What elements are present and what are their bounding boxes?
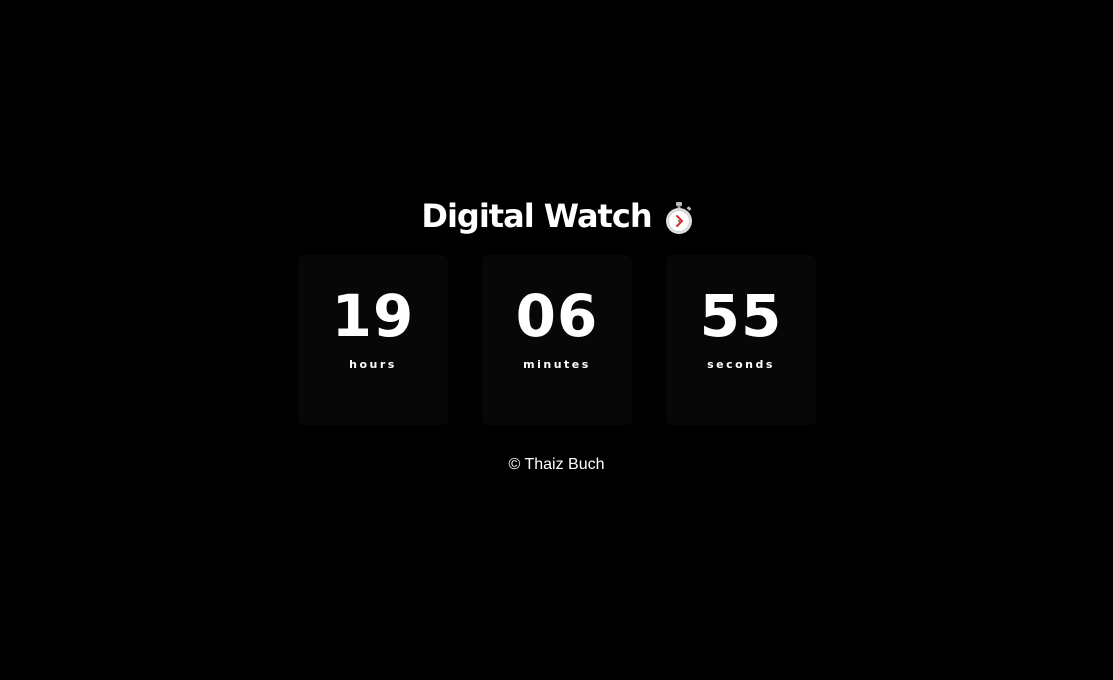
minutes-label: minutes	[523, 358, 591, 371]
clock-cards: 19 hours 06 minutes 55 seconds	[298, 255, 816, 425]
page-title: Digital Watch	[421, 197, 652, 235]
seconds-value: 55	[699, 282, 783, 350]
page: Digital Watch 19 hours 06 minutes 55 sec…	[0, 0, 1113, 680]
hours-card: 19 hours	[298, 255, 448, 425]
footer-credit: © Thaiz Buch	[508, 456, 605, 473]
minutes-value: 06	[515, 282, 599, 350]
hours-value: 19	[331, 282, 415, 350]
hours-label: hours	[349, 358, 397, 371]
stopwatch-icon	[664, 201, 694, 235]
title-row: Digital Watch	[0, 194, 1113, 238]
minutes-card: 06 minutes	[482, 255, 632, 425]
seconds-label: seconds	[707, 358, 775, 371]
seconds-card: 55 seconds	[666, 255, 816, 425]
